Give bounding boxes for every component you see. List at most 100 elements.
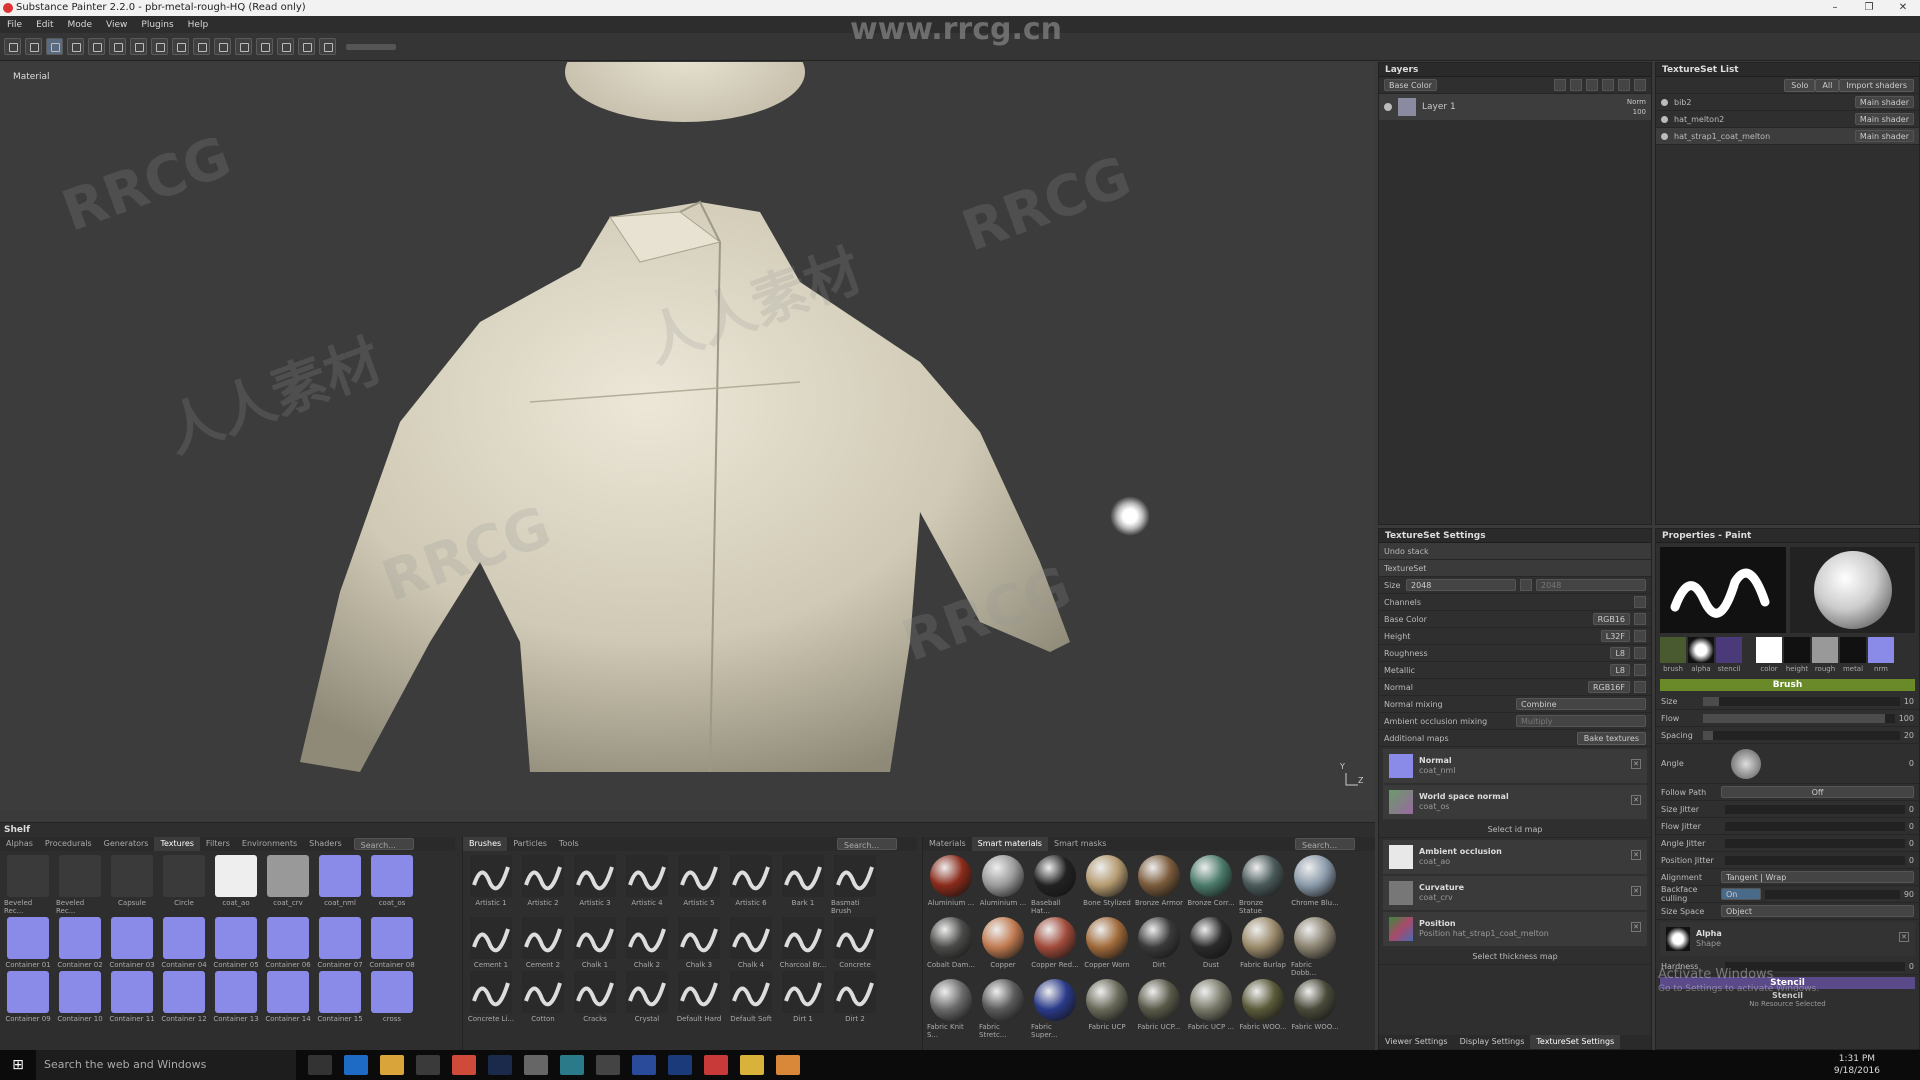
tab-brushes[interactable]: Brushes [463, 837, 508, 851]
follow-path-toggle[interactable]: Off [1721, 786, 1914, 798]
channel-dropdown[interactable]: Base Color [1384, 79, 1437, 91]
alignment-dropdown[interactable]: Tangent | Wrap [1721, 871, 1914, 883]
delete-icon[interactable] [1634, 79, 1646, 91]
textureset-item[interactable]: bib2 Main shader [1656, 94, 1919, 111]
clear-map-icon[interactable]: ✕ [1631, 759, 1641, 769]
screenshot-icon[interactable] [298, 38, 315, 55]
brush-item[interactable]: Artistic 6 [727, 855, 775, 915]
material-item[interactable]: Bronze Corr... [1187, 855, 1235, 915]
symmetry-icon[interactable] [193, 38, 210, 55]
remove-channel-icon[interactable] [1634, 630, 1646, 642]
size-space-dropdown[interactable]: Object [1721, 905, 1914, 917]
texture-item[interactable]: Container 15 [316, 971, 364, 1023]
texture-item[interactable]: Container 14 [264, 971, 312, 1023]
settings-icon[interactable] [4, 38, 21, 55]
app-icon-5[interactable] [776, 1055, 800, 1075]
material-item[interactable]: Fabric Burlap [1239, 917, 1287, 977]
brush-item[interactable]: Concrete [831, 917, 879, 969]
material-item[interactable]: Copper Red... [1031, 917, 1079, 977]
texture-item[interactable]: Beveled Rec... [4, 855, 52, 915]
camera-icon[interactable] [25, 38, 42, 55]
material-item[interactable]: Cobalt Dam... [927, 917, 975, 977]
material-picker-icon[interactable] [172, 38, 189, 55]
material-item[interactable]: Bone Stylized [1083, 855, 1131, 915]
polygon-fill-icon[interactable] [109, 38, 126, 55]
brush-item[interactable]: Artistic 2 [519, 855, 567, 915]
angle-dial[interactable] [1731, 748, 1761, 779]
menu-file[interactable]: File [0, 20, 29, 30]
texture-item[interactable]: Beveled Rec... [56, 855, 104, 915]
paint-brush-icon[interactable] [46, 38, 63, 55]
texture-item[interactable]: Container 03 [108, 917, 156, 969]
texture-item[interactable]: Container 13 [212, 971, 260, 1023]
backface-slider[interactable] [1765, 889, 1900, 899]
brush-item[interactable]: Basmati Brush [831, 855, 879, 915]
bake-textures-button[interactable]: Bake textures [1576, 731, 1646, 745]
material-item[interactable]: Aluminium ... [927, 855, 975, 915]
color-slot[interactable]: color [1756, 637, 1782, 673]
clear-map-icon[interactable]: ✕ [1631, 850, 1641, 860]
app-icon-2[interactable] [560, 1055, 584, 1075]
tab-filters[interactable]: Filters [200, 837, 236, 851]
brush-item[interactable]: Chalk 3 [675, 917, 723, 969]
menu-plugins[interactable]: Plugins [134, 20, 180, 30]
brush-item[interactable]: Artistic 3 [571, 855, 619, 915]
backface-toggle[interactable]: On [1721, 888, 1761, 900]
material-item[interactable]: Fabric WOO... [1291, 979, 1339, 1039]
view-3d-icon[interactable] [277, 38, 294, 55]
photoshop-icon[interactable] [488, 1055, 512, 1075]
texture-item[interactable]: Container 11 [108, 971, 156, 1023]
light-gizmo[interactable] [1110, 496, 1150, 536]
tab-tools[interactable]: Tools [553, 837, 585, 851]
viewport-3d[interactable]: Material Y Z RRCG 人人素材 RRCG RRCG RRCG 人人… [0, 62, 1375, 810]
add-mask-icon[interactable] [1586, 79, 1598, 91]
material-item[interactable]: Fabric Stretc... [979, 979, 1027, 1039]
brush-item[interactable]: Cracks [571, 971, 619, 1023]
material-item[interactable]: Fabric WOO... [1239, 979, 1287, 1039]
jitter-value[interactable]: 0 [1909, 822, 1914, 831]
texture-item[interactable]: cross [368, 971, 416, 1023]
tab-textureset-settings[interactable]: TextureSet Settings [1530, 1035, 1621, 1049]
tab-environments[interactable]: Environments [236, 837, 303, 851]
material-item[interactable]: Chrome Blu... [1291, 855, 1339, 915]
taskbar-search[interactable]: Search the web and Windows [36, 1050, 296, 1080]
folder-icon[interactable] [740, 1055, 764, 1075]
add-effect-icon[interactable] [1602, 79, 1614, 91]
layer-name[interactable]: Layer 1 [1422, 102, 1627, 112]
tab-procedurals[interactable]: Procedurals [39, 837, 98, 851]
remove-channel-icon[interactable] [1634, 613, 1646, 625]
brush-item[interactable]: Chalk 1 [571, 917, 619, 969]
menu-help[interactable]: Help [181, 20, 216, 30]
menu-view[interactable]: View [99, 20, 134, 30]
texture-item[interactable]: Circle [160, 855, 208, 915]
material-item[interactable]: Fabric UCP ... [1187, 979, 1235, 1039]
nrm-slot[interactable]: nrm [1868, 637, 1894, 673]
stencil-slot[interactable]: stencil [1716, 637, 1742, 673]
alpha-slot[interactable]: alpha [1688, 637, 1714, 673]
remove-channel-icon[interactable] [1634, 681, 1646, 693]
all-button[interactable]: All [1815, 78, 1840, 92]
eye-icon[interactable] [1661, 132, 1668, 140]
brush-item[interactable]: Chalk 2 [623, 917, 671, 969]
render-icon[interactable] [319, 38, 336, 55]
layer-row[interactable]: Layer 1 Norm 100 [1379, 94, 1651, 120]
texture-item[interactable]: Container 12 [160, 971, 208, 1023]
texture-item[interactable]: coat_nml [316, 855, 364, 915]
material-item[interactable]: Copper [979, 917, 1027, 977]
brush-item[interactable]: Bark 1 [779, 855, 827, 915]
tab-generators[interactable]: Generators [98, 837, 155, 851]
menu-edit[interactable]: Edit [29, 20, 60, 30]
material-item[interactable]: Aluminium ... [979, 855, 1027, 915]
texture-item[interactable]: Container 07 [316, 917, 364, 969]
file-explorer-icon[interactable] [380, 1055, 404, 1075]
eye-icon[interactable] [1384, 103, 1392, 111]
ao-mixing-dropdown[interactable]: Multiply [1516, 715, 1646, 727]
tab-smart-masks[interactable]: Smart masks [1048, 837, 1112, 851]
texture-item[interactable]: Container 01 [4, 917, 52, 969]
material-item[interactable]: Dust [1187, 917, 1235, 977]
material-item[interactable]: Fabric UCP... [1135, 979, 1183, 1039]
material-item[interactable]: Fabric Super... [1031, 979, 1079, 1039]
toolbar-slider[interactable] [346, 43, 396, 50]
add-layer-icon[interactable] [1554, 79, 1566, 91]
clear-map-icon[interactable]: ✕ [1631, 795, 1641, 805]
